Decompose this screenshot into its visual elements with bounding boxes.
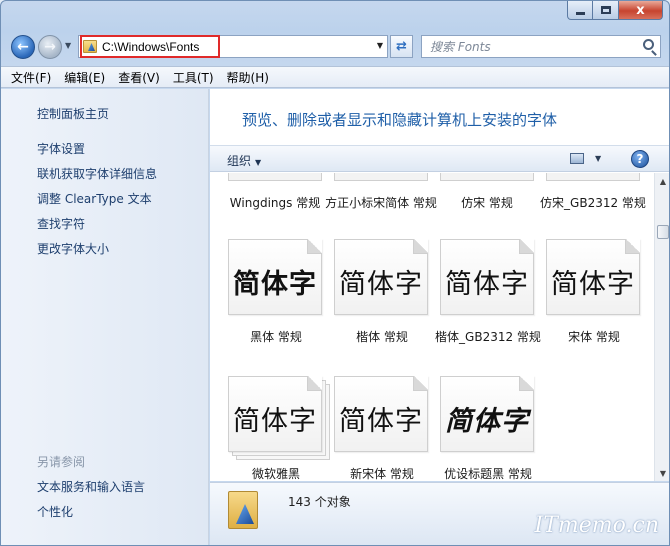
menu-help[interactable]: 帮助(H)	[227, 69, 269, 86]
text-services-link[interactable]: 文本服务和输入语言	[37, 478, 145, 495]
font-tile-edge[interactable]	[334, 173, 428, 181]
recent-pages-dropdown[interactable]: ▼	[65, 41, 71, 50]
font-preview-icon: 简体字	[228, 239, 322, 315]
address-bar[interactable]: C:\Windows\Fonts ▼	[78, 35, 388, 58]
menu-edit[interactable]: 编辑(E)	[64, 69, 105, 86]
see-also-heading: 另请参阅	[37, 455, 86, 469]
font-label[interactable]: 仿宋 常规	[431, 195, 543, 212]
chevron-down-icon: ▼	[65, 41, 72, 50]
maximize-button[interactable]	[593, 1, 619, 20]
font-preview-text: 简体字	[233, 269, 317, 300]
font-preview-icon: 简体字	[440, 376, 534, 452]
scroll-thumb[interactable]	[657, 225, 669, 239]
explorer-window: x ← → ▼ C:\Windows\Fonts ▼ ⇄ 搜索 Fonts 文件…	[0, 0, 670, 546]
font-label: 微软雅黑	[251, 467, 300, 481]
font-preview-text: 简体字	[445, 406, 529, 437]
font-preview-text: 简体字	[233, 406, 317, 437]
arrow-left-icon: ←	[17, 39, 29, 55]
change-font-size-link[interactable]: 更改字体大小	[37, 240, 109, 257]
font-preview-text: 简体字	[551, 269, 635, 299]
command-bar: 组织 ▼ ▼ ?	[210, 145, 669, 172]
font-label[interactable]: 仿宋_GB2312 常规	[537, 195, 649, 212]
search-icon[interactable]	[643, 39, 654, 50]
navigation-bar: ← → ▼ C:\Windows\Fonts ▼ ⇄ 搜索 Fonts	[1, 29, 669, 65]
search-box[interactable]: 搜索 Fonts	[421, 35, 661, 58]
personalize-link[interactable]: 个性化	[37, 503, 73, 520]
font-label: 楷体_GB2312 常规	[435, 330, 541, 344]
help-icon[interactable]: ?	[631, 150, 649, 168]
font-preview-text: 简体字	[339, 406, 423, 437]
font-family-icon: 简体字	[228, 376, 322, 452]
task-pane: 控制面板主页 字体设置 联机获取字体详细信息 调整 ClearType 文本 查…	[1, 89, 209, 545]
font-label[interactable]: 方正小标宋简体 常规	[325, 195, 437, 212]
back-button[interactable]: ←	[11, 35, 35, 59]
menu-view[interactable]: 查看(V)	[118, 69, 160, 86]
view-options-icon[interactable]	[570, 153, 584, 164]
font-preview-icon: 简体字	[334, 376, 428, 452]
minimize-button[interactable]	[567, 1, 593, 20]
font-preview-text: 简体字	[339, 269, 423, 300]
menu-bar: 文件(F) 编辑(E) 查看(V) 工具(T) 帮助(H)	[1, 66, 669, 88]
page-title: 预览、删除或者显示和隐藏计算机上安装的字体	[242, 111, 558, 129]
font-tile-edge[interactable]	[228, 173, 322, 181]
chevron-down-icon: ▼	[255, 158, 262, 167]
font-preview-icon: 简体字	[334, 239, 428, 315]
find-character-link[interactable]: 查找字符	[37, 215, 85, 232]
font-label: 优设标题黑 常规	[444, 467, 532, 481]
cleartype-link[interactable]: 调整 ClearType 文本	[37, 190, 152, 207]
font-preview-text: 简体字	[445, 269, 529, 300]
forward-button[interactable]: →	[38, 35, 62, 59]
font-label: 黑体 常规	[250, 330, 302, 344]
address-highlight-box	[80, 35, 220, 58]
font-label[interactable]: Wingdings 常规	[219, 195, 331, 212]
scroll-up-icon[interactable]: ▲	[655, 173, 669, 189]
vertical-scrollbar[interactable]: ▲ ▼	[654, 173, 669, 481]
view-dropdown-icon[interactable]: ▼	[595, 154, 601, 163]
font-label: 宋体 常规	[568, 330, 620, 344]
refresh-button[interactable]: ⇄	[390, 35, 413, 58]
font-tile-edge[interactable]	[546, 173, 640, 181]
scroll-down-icon[interactable]: ▼	[655, 465, 669, 481]
close-icon: x	[636, 2, 645, 18]
maximize-icon	[600, 6, 611, 14]
fonts-folder-icon	[228, 491, 258, 529]
minimize-icon	[575, 11, 585, 15]
address-dropdown-icon[interactable]: ▼	[377, 41, 383, 50]
search-input[interactable]: 搜索 Fonts	[430, 38, 491, 55]
close-button[interactable]: x	[619, 1, 663, 20]
organize-label: 组织	[227, 154, 252, 168]
menu-file[interactable]: 文件(F)	[11, 69, 51, 86]
font-label: 楷体 常规	[356, 330, 408, 344]
font-preview-icon: 简体字	[440, 239, 534, 315]
font-info-online-link[interactable]: 联机获取字体详细信息	[37, 165, 157, 182]
menu-tools[interactable]: 工具(T)	[173, 69, 214, 86]
font-preview-icon: 简体字	[546, 239, 640, 315]
caption-buttons: x	[567, 1, 663, 20]
organize-button[interactable]: 组织 ▼	[227, 152, 261, 169]
control-panel-home-link[interactable]: 控制面板主页	[37, 105, 109, 122]
content-pane: 预览、删除或者显示和隐藏计算机上安装的字体 组织 ▼ ▼ ? Wingdings …	[210, 89, 669, 481]
font-settings-link[interactable]: 字体设置	[37, 140, 85, 157]
watermark-text: ITmemo.cn	[534, 513, 659, 538]
font-label: 新宋体 常规	[350, 467, 414, 481]
refresh-icon: ⇄	[396, 39, 407, 54]
item-count: 143 个对象	[288, 495, 351, 509]
details-pane: 143 个对象 ITmemo.cn	[210, 482, 669, 545]
font-tile-edge[interactable]	[440, 173, 534, 181]
arrow-right-icon: →	[44, 39, 56, 55]
